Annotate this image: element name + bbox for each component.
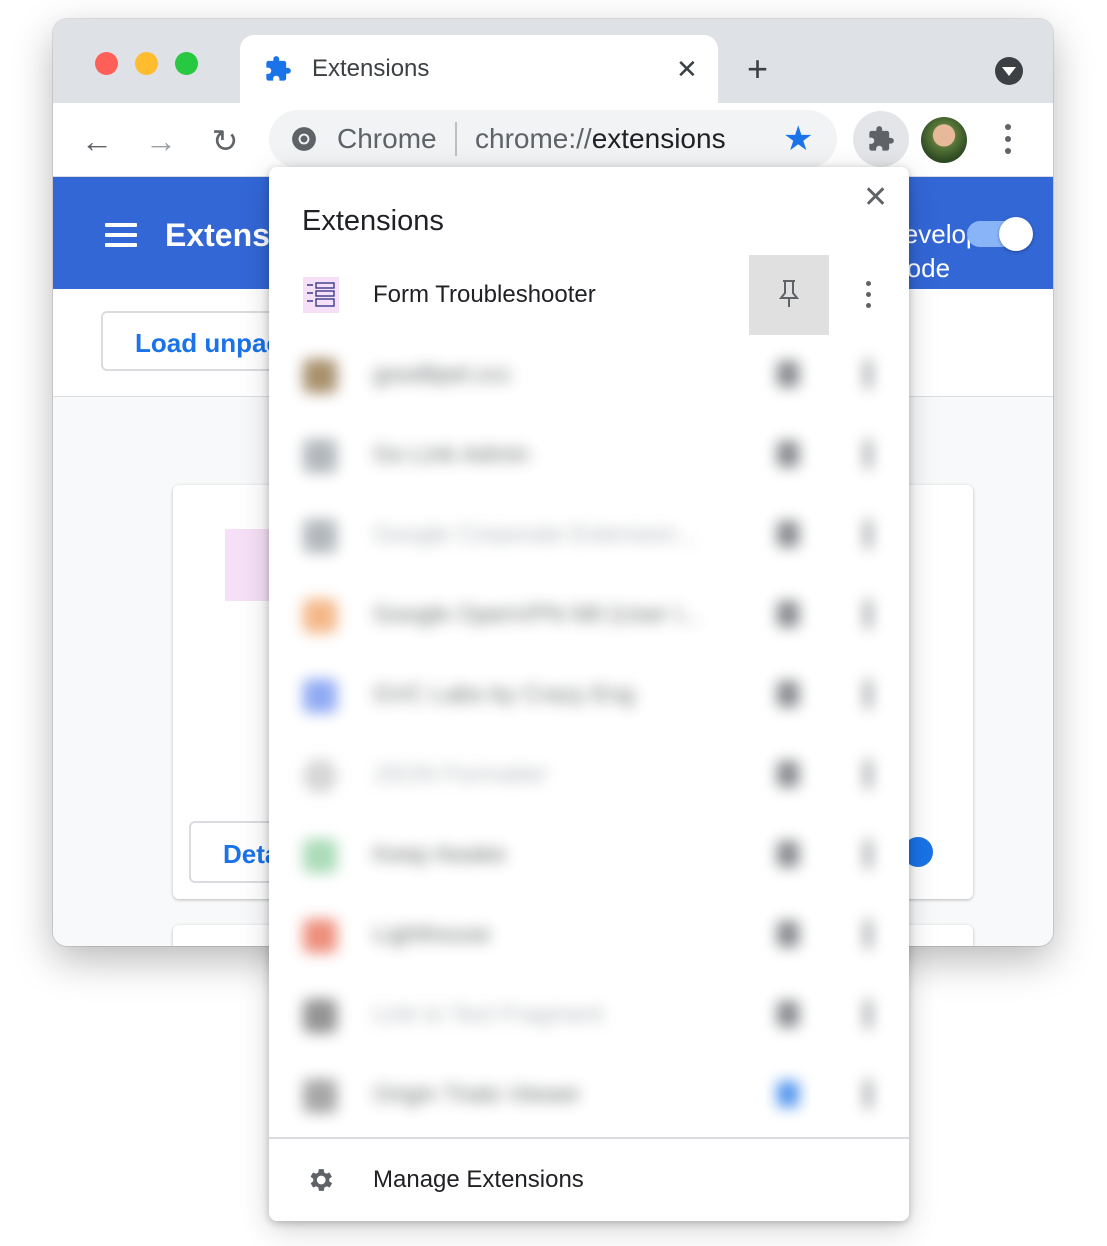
pin-icon[interactable]	[777, 1001, 799, 1027]
more-options-icon[interactable]	[865, 599, 871, 629]
tab-title: Extensions	[312, 55, 430, 82]
pin-icon[interactable]	[777, 361, 799, 387]
pin-icon[interactable]	[777, 1081, 799, 1107]
bookmark-star-icon[interactable]: ★	[783, 120, 813, 158]
extension-icon	[303, 999, 337, 1033]
back-button[interactable]: ←	[77, 121, 117, 161]
extension-name: Lighthouse	[373, 921, 491, 948]
extension-name: Form Troubleshooter	[373, 281, 596, 308]
pin-icon[interactable]	[777, 681, 799, 707]
tab-close-icon[interactable]: ✕	[676, 53, 698, 85]
extensions-popup: Extensions ✕ Form Troubleshooter goodlip…	[269, 167, 909, 1221]
extension-name: Google Corporate Extension...	[373, 521, 696, 548]
extension-row[interactable]: Go Link Admin	[269, 415, 909, 495]
extension-row[interactable]: Link to Text Fragment	[269, 975, 909, 1055]
more-options-icon[interactable]	[865, 999, 871, 1029]
pin-icon[interactable]	[777, 841, 799, 867]
extension-name: Go Link Admin	[373, 441, 530, 468]
extension-row[interactable]: Google OpenVPN Mil (User I...	[269, 575, 909, 655]
extension-icon	[303, 1079, 337, 1113]
extension-row[interactable]: JSON Formatter	[269, 735, 909, 815]
extension-row[interactable]: goodlipel.ccc	[269, 335, 909, 415]
form-troubleshooter-icon	[303, 277, 339, 313]
popup-title: Extensions	[302, 205, 444, 237]
new-tab-button[interactable]: +	[747, 49, 768, 89]
extensions-menu-button[interactable]	[853, 111, 909, 167]
extension-row[interactable]: Lighthouse	[269, 895, 909, 975]
minimize-window-button[interactable]	[135, 52, 158, 75]
extension-row[interactable]: Google Corporate Extension...	[269, 495, 909, 575]
profile-avatar[interactable]	[921, 117, 967, 163]
more-options-icon[interactable]	[865, 759, 871, 789]
gear-icon	[310, 1169, 333, 1191]
extension-icon	[303, 439, 337, 473]
tab-strip: Extensions ✕ +	[53, 19, 1053, 103]
more-options-icon[interactable]	[865, 519, 871, 549]
developer-mode-toggle-knob[interactable]	[999, 217, 1033, 251]
extension-icon	[303, 759, 337, 793]
extension-row[interactable]: Origin Trials Viewer	[269, 1055, 909, 1135]
puzzle-icon	[266, 56, 291, 81]
close-window-button[interactable]	[95, 52, 118, 75]
extension-icon	[303, 839, 337, 873]
extension-name: Link to Text Fragment	[373, 1001, 604, 1028]
extension-icon	[303, 519, 337, 553]
extension-name: GVC Labs by Crazy Eng	[373, 681, 635, 708]
more-options-icon[interactable]	[865, 1079, 871, 1109]
forward-button[interactable]: →	[141, 121, 181, 161]
chrome-logo-icon	[292, 127, 316, 151]
popup-close-icon[interactable]: ✕	[863, 181, 888, 215]
extension-name: Google OpenVPN Mil (User I...	[373, 601, 702, 628]
chrome-menu-icon[interactable]	[1003, 121, 1013, 161]
more-options-icon[interactable]	[865, 839, 871, 869]
tab-search-dropdown-icon[interactable]	[995, 57, 1023, 85]
pin-button[interactable]	[749, 255, 829, 335]
more-options-icon[interactable]	[865, 919, 871, 949]
manage-extensions-button[interactable]: Manage Extensions	[269, 1139, 909, 1221]
pin-icon[interactable]	[777, 921, 799, 947]
puzzle-icon	[869, 126, 894, 151]
hamburger-menu-icon[interactable]	[105, 223, 137, 247]
extension-icon	[303, 359, 337, 393]
more-options-icon[interactable]	[865, 679, 871, 709]
extension-name: Keep Awake	[373, 841, 506, 868]
extension-icon	[303, 919, 337, 953]
more-options-icon[interactable]	[865, 439, 871, 469]
reload-button[interactable]: ↻	[205, 121, 245, 161]
pin-icon	[778, 280, 800, 307]
pin-icon[interactable]	[777, 761, 799, 787]
pin-icon[interactable]	[777, 601, 799, 627]
extension-row[interactable]: Form Troubleshooter	[269, 255, 909, 335]
pin-icon[interactable]	[777, 521, 799, 547]
omnibox-chip: Chrome	[337, 123, 437, 154]
omnibox-url[interactable]: chrome://extensions	[475, 122, 726, 156]
tab-extensions[interactable]: Extensions ✕	[240, 35, 718, 103]
extension-row[interactable]: Keep Awake	[269, 815, 909, 895]
address-bar[interactable]: Chrome chrome://extensions ★	[269, 110, 837, 168]
manage-extensions-label: Manage Extensions	[373, 1166, 584, 1193]
pin-icon[interactable]	[777, 441, 799, 467]
extension-row[interactable]: GVC Labs by Crazy Eng	[269, 655, 909, 735]
extension-name: goodlipel.ccc	[373, 361, 512, 388]
more-options-icon[interactable]	[863, 281, 873, 311]
zoom-window-button[interactable]	[175, 52, 198, 75]
more-options-icon[interactable]	[865, 359, 871, 389]
browser-toolbar: ← → ↻ Chrome chrome://extensions ★	[53, 103, 1053, 177]
extension-name: Origin Trials Viewer	[373, 1081, 581, 1108]
extension-name: JSON Formatter	[373, 761, 548, 788]
extension-icon	[303, 599, 337, 633]
extension-icon	[303, 679, 337, 713]
omnibox-separator	[455, 122, 457, 156]
